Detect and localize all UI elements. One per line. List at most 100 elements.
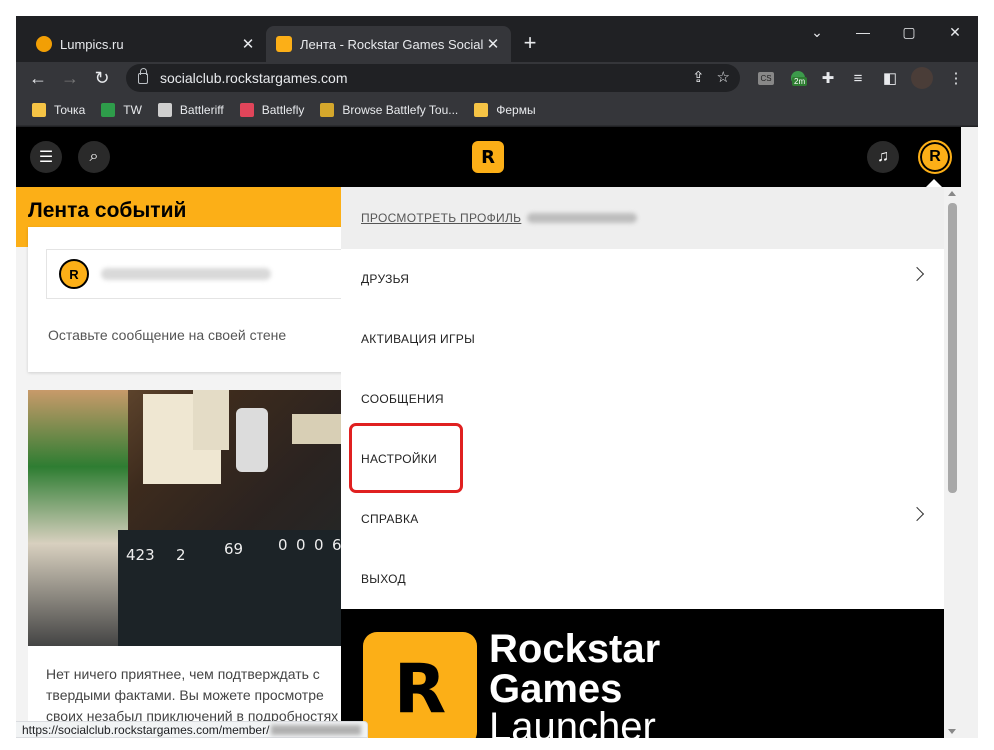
stat-value: 423 [126,546,155,564]
extensions-puzzle-icon[interactable]: ✚ [816,66,840,90]
browser-toolbar: ← → ↻ socialclub.rockstargames.com ⇪ ☆ C… [16,62,978,94]
media-control-icon[interactable]: ≡ [846,66,870,90]
launcher-title-line: Launcher [489,705,656,738]
bookmarks-bar: Точка TW Battleriff Battlefly Browse Bat… [16,94,978,126]
bookmark-label: TW [123,102,142,117]
forward-icon[interactable]: → [56,64,84,92]
bookmark-tochka[interactable]: Точка [32,102,86,117]
browser-window: Lumpics.ru ✕ Лента - Rockstar Games Soci… [16,16,978,738]
maximize-button[interactable]: ▢ [886,16,932,48]
tab-lumpics[interactable]: Lumpics.ru ✕ [26,26,266,62]
stat-value: 0 [296,536,306,554]
menu-item-messages[interactable]: СООБЩЕНИЯ [341,369,944,429]
post-input[interactable]: R [46,249,358,299]
stat-value: 0 [278,536,288,554]
rockstar-favicon-icon [276,36,292,52]
stat-value: 0 [314,536,324,554]
tab-search-icon[interactable]: ⌄ [794,16,840,48]
tab-title: Лента - Rockstar Games Social Cl [300,36,485,52]
scroll-up-icon[interactable] [948,191,956,196]
tab-rockstar[interactable]: Лента - Rockstar Games Social Cl ✕ [266,26,511,62]
url-text: socialclub.rockstargames.com [160,70,348,86]
menu-item-logout[interactable]: ВЫХОД [341,549,944,609]
stats-paper [193,390,229,450]
bookmark-battlefly[interactable]: Battlefly [239,102,305,117]
bookmark-label: Фермы [496,102,536,117]
reload-icon[interactable]: ↻ [88,64,116,92]
rockstar-logo[interactable]: R [472,141,504,173]
bookmark-star-icon[interactable]: ☆ [717,68,730,86]
extension-css-icon[interactable]: CS [754,66,778,90]
account-dropdown-menu: ПРОСМОТРЕТЬ ПРОФИЛЬ ДРУЗЬЯ АКТИВАЦИЯ ИГР… [341,187,944,738]
launcher-title-line: Rockstar [489,627,661,671]
bookmark-battleriff[interactable]: Battleriff [157,102,224,117]
menu-item-label: СПРАВКА [361,512,419,526]
lumpics-favicon-icon [36,36,52,52]
chevron-right-icon [909,506,925,522]
settings-highlight-box [349,423,463,493]
tab-title: Lumpics.ru [60,36,124,52]
menu-item-help[interactable]: СПРАВКА [341,489,944,549]
bookmark-label: Battlefly [261,102,305,117]
folder-icon [474,102,489,117]
back-icon[interactable]: ← [24,64,52,92]
menu-scrollbar[interactable] [944,187,961,738]
blurred-member-id [271,724,362,735]
share-icon[interactable]: ⇪ [692,68,705,86]
page-title: Лента событий [28,199,187,222]
bookmark-label: Точка [54,102,86,117]
page-content: ☰ ⌕ R ♫ R Лента событий R Оставьте сообщ… [16,127,978,738]
chevron-right-icon [909,266,925,282]
site-header: ☰ ⌕ R ♫ R [16,127,961,187]
menu-list-icon[interactable]: ☰ [30,141,62,173]
user-avatar[interactable]: R [918,140,952,174]
stat-value: 2 [176,546,186,564]
scroll-down-icon[interactable] [948,729,956,734]
new-tab-button[interactable]: + [516,30,544,58]
menu-item-label: ВЫХОД [361,572,406,586]
bookmark-fermy[interactable]: Фермы [474,102,536,117]
tab-close-icon[interactable]: ✕ [485,35,501,53]
battlefly-icon [239,102,254,117]
minimize-button[interactable]: — [840,16,886,48]
view-profile-link[interactable]: ПРОСМОТРЕТЬ ПРОФИЛЬ [341,187,944,249]
battlefy-icon [320,102,335,117]
tab-strip: Lumpics.ru ✕ Лента - Rockstar Games Soci… [16,16,978,62]
menu-item-label: СООБЩЕНИЯ [361,392,444,406]
bookmark-battlefy[interactable]: Browse Battlefy Tou... [320,102,459,117]
side-panel-icon[interactable]: ◧ [878,66,902,90]
bookmark-tw[interactable]: TW [101,102,142,117]
status-url: https://socialclub.rockstargames.com/mem… [22,722,270,737]
launcher-banner[interactable]: R Rockstar Games Launcher [341,609,944,738]
description-line: Нет ничего приятнее, чем подтверждать с [46,666,320,682]
wall-post-card: R Оставьте сообщение на своей стене [28,227,358,372]
dropdown-caret [926,179,942,187]
launcher-logo: R [363,632,477,738]
browser-menu-icon[interactable]: ⋮ [944,66,968,90]
scroll-thumb[interactable] [948,203,957,493]
stats-artwork: 423 2 69 0 0 0 6 [28,390,358,646]
notifications-bell-icon[interactable]: ♫ [867,141,899,173]
tab-close-icon[interactable]: ✕ [240,35,256,53]
blurred-username [101,268,271,280]
page-scrollbar[interactable] [961,127,978,738]
bookmark-label: Battleriff [179,102,224,117]
status-bar: https://socialclub.rockstargames.com/mem… [16,721,369,738]
menu-item-label: АКТИВАЦИЯ ИГРЫ [361,332,476,346]
folder-icon [32,102,46,117]
launcher-title-line: Games [489,667,623,711]
menu-item-label: ДРУЗЬЯ [361,272,410,286]
menu-item-friends[interactable]: ДРУЗЬЯ [341,249,944,309]
lock-icon [138,67,148,84]
close-window-button[interactable]: ✕ [932,16,978,48]
address-bar[interactable]: socialclub.rockstargames.com ⇪ ☆ [126,64,740,92]
bookmark-label: Browse Battlefy Tou... [342,102,459,117]
profile-avatar-icon[interactable] [910,66,934,90]
small-avatar: R [59,259,89,289]
extension-timer-icon[interactable]: 2m [786,66,810,90]
search-icon[interactable]: ⌕ [78,141,110,173]
blurred-username [527,213,638,223]
battleriff-icon [157,102,172,117]
menu-item-game-activation[interactable]: АКТИВАЦИЯ ИГРЫ [341,309,944,369]
extension-badge: 2m [792,77,808,86]
